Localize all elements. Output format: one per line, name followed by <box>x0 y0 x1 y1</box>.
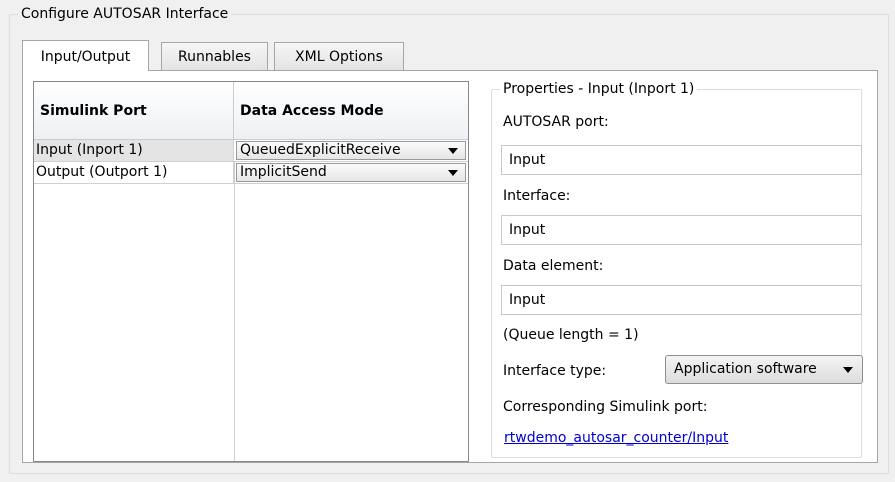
interface-field[interactable]: Input <box>501 215 862 245</box>
chevron-down-icon <box>843 367 853 373</box>
column-header-data-access-mode[interactable]: Data Access Mode <box>234 82 468 140</box>
properties-title: Properties - Input (Inport 1) <box>500 80 698 98</box>
interface-type-label: Interface type: <box>503 363 607 379</box>
dropdown-value: ImplicitSend <box>240 164 327 180</box>
mode-cell: QueuedExplicitReceive <box>234 140 468 162</box>
tab-xml-options[interactable]: XML Options <box>274 42 404 71</box>
data-element-field[interactable]: Input <box>501 285 862 315</box>
mode-cell: ImplicitSend <box>234 162 468 184</box>
autosar-port-label: AUTOSAR port: <box>503 114 609 130</box>
corresponding-port-label: Corresponding Simulink port: <box>503 399 708 415</box>
table-row[interactable]: Output (Outport 1) ImplicitSend <box>34 162 468 184</box>
column-divider <box>234 162 235 461</box>
data-access-mode-dropdown[interactable]: QueuedExplicitReceive <box>236 141 466 160</box>
autosar-port-field[interactable]: Input <box>501 145 862 175</box>
corresponding-port-link[interactable]: rtwdemo_autosar_counter/Input <box>504 429 728 447</box>
interface-type-dropdown[interactable]: Application software <box>665 355 863 384</box>
group-title: Configure AUTOSAR Interface <box>18 5 232 23</box>
data-access-mode-dropdown[interactable]: ImplicitSend <box>236 163 466 182</box>
chevron-down-icon <box>448 170 458 176</box>
dropdown-value: QueuedExplicitReceive <box>240 142 401 158</box>
column-header-simulink-port[interactable]: Simulink Port <box>34 82 234 140</box>
table-row[interactable]: Input (Inport 1) QueuedExplicitReceive <box>34 140 468 162</box>
data-element-label: Data element: <box>503 258 604 274</box>
interface-type-value: Application software <box>674 361 817 377</box>
tab-panel-input-output: Simulink Port Data Access Mode Input (In… <box>22 70 878 463</box>
port-cell[interactable]: Output (Outport 1) <box>34 162 234 184</box>
queue-length-text: (Queue length = 1) <box>503 327 639 343</box>
tab-input-output[interactable]: Input/Output <box>22 40 149 71</box>
port-cell[interactable]: Input (Inport 1) <box>34 140 234 162</box>
port-table: Simulink Port Data Access Mode Input (In… <box>33 81 469 462</box>
tab-runnables[interactable]: Runnables <box>161 42 268 71</box>
table-header: Simulink Port Data Access Mode <box>34 82 468 140</box>
interface-label: Interface: <box>503 188 571 204</box>
chevron-down-icon <box>448 148 458 154</box>
